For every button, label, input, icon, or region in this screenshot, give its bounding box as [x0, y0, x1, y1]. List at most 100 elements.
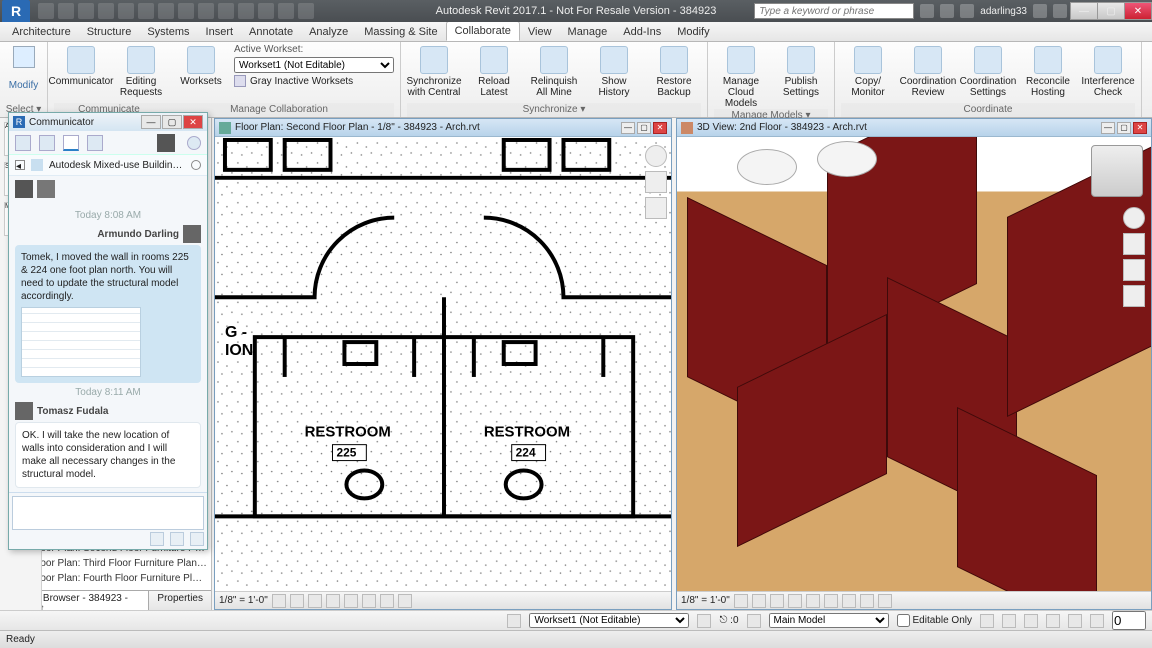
- ribbon-tab-add-ins[interactable]: Add-Ins: [615, 23, 669, 41]
- sync-reload-latest-button[interactable]: ReloadLatest: [467, 44, 521, 98]
- properties-tab[interactable]: Properties: [148, 590, 212, 610]
- sync-relinquish-all-mine-button[interactable]: RelinquishAll Mine: [527, 44, 581, 98]
- select-pinned-icon[interactable]: [1024, 614, 1038, 628]
- nav3d-orbit-icon[interactable]: [1123, 259, 1145, 281]
- reveal-icon[interactable]: [398, 594, 412, 608]
- ribbon-tab-manage[interactable]: Manage: [560, 23, 616, 41]
- show3d-icon[interactable]: [842, 594, 856, 608]
- qat-text-icon[interactable]: [198, 3, 214, 19]
- worksets-button[interactable]: Worksets: [174, 44, 228, 87]
- comm-participant-2-avatar[interactable]: [37, 180, 55, 198]
- editing-requests-button[interactable]: Editing Requests: [114, 44, 168, 98]
- comm-close-button[interactable]: ✕: [183, 115, 203, 129]
- floor-plan-canvas[interactable]: G - ION RESTROOM 225 RESTROOM 224: [215, 137, 671, 591]
- sync-restore-backup-button[interactable]: RestoreBackup: [647, 44, 701, 98]
- gray-worksets-label[interactable]: Gray Inactive Worksets: [250, 76, 353, 87]
- sun3d-icon[interactable]: [770, 594, 784, 608]
- comm-settings-icon[interactable]: [187, 136, 201, 150]
- visual-style-icon[interactable]: [290, 594, 304, 608]
- lock-icon[interactable]: [380, 594, 394, 608]
- ribbon-tab-analyze[interactable]: Analyze: [301, 23, 356, 41]
- comm-attach-icon[interactable]: [170, 532, 184, 546]
- sign-in-icon[interactable]: [940, 4, 954, 18]
- comm-cut-icon[interactable]: [150, 532, 164, 546]
- 3d-canvas[interactable]: [677, 137, 1151, 591]
- select-face-icon[interactable]: [1046, 614, 1060, 628]
- coord-copy-monitor-button[interactable]: Copy/Monitor: [841, 44, 895, 98]
- comm-tab-people-icon[interactable]: [15, 135, 31, 151]
- lock3d-icon[interactable]: [860, 594, 874, 608]
- crop-icon[interactable]: [344, 594, 358, 608]
- qat-3d-icon[interactable]: [218, 3, 234, 19]
- floor-plan-scale[interactable]: 1/8" = 1'-0": [219, 595, 268, 606]
- comm-msg1-attachment[interactable]: [21, 307, 141, 377]
- communicator-button[interactable]: Communicator: [54, 44, 108, 87]
- coord-interference-check-button[interactable]: InterferenceCheck: [1081, 44, 1135, 98]
- ribbon-tab-insert[interactable]: Insert: [198, 23, 242, 41]
- ribbon-tab-collaborate[interactable]: Collaborate: [446, 21, 520, 41]
- comm-tab-list-icon[interactable]: [87, 135, 103, 151]
- comm-tab-person-icon[interactable]: [39, 135, 55, 151]
- nav-zoom-icon[interactable]: [645, 197, 667, 219]
- filter-icon[interactable]: [1090, 614, 1104, 628]
- comm-image-icon[interactable]: [190, 532, 204, 546]
- crop-region-icon[interactable]: [362, 594, 376, 608]
- main-model-select[interactable]: Main Model: [769, 613, 889, 628]
- help-search-input[interactable]: [754, 3, 914, 19]
- reveal3d-icon[interactable]: [878, 594, 892, 608]
- drag-elements-icon[interactable]: [1068, 614, 1082, 628]
- editable-only-checkbox[interactable]: Editable Only: [897, 614, 972, 627]
- 3d-scale[interactable]: 1/8" = 1'-0": [681, 595, 730, 606]
- qat-close-icon[interactable]: [278, 3, 294, 19]
- shadows3d-icon[interactable]: [788, 594, 802, 608]
- comm-tab-chat-icon[interactable]: [63, 135, 79, 151]
- ribbon-tab-systems[interactable]: Systems: [139, 23, 197, 41]
- qat-section-icon[interactable]: [238, 3, 254, 19]
- qat-redo-icon[interactable]: [98, 3, 114, 19]
- model-group-icon[interactable]: [747, 614, 761, 628]
- comm-participant-1-avatar[interactable]: [15, 180, 33, 198]
- view-close-button[interactable]: ✕: [653, 122, 667, 134]
- coord-reconcile-hosting-button[interactable]: ReconcileHosting: [1021, 44, 1075, 98]
- nav3d-pan-icon[interactable]: [1123, 233, 1145, 255]
- nav3d-zoom-icon[interactable]: [1123, 285, 1145, 307]
- qat-tag-icon[interactable]: [178, 3, 194, 19]
- modify-arrow-icon[interactable]: [13, 46, 35, 68]
- design-options-icon[interactable]: [697, 614, 711, 628]
- comm-maximize-button[interactable]: ▢: [162, 115, 182, 129]
- communicator-project-row[interactable]: ◂ Autodesk Mixed-use Building - Sales & …: [9, 155, 207, 176]
- comm-user-avatar[interactable]: [157, 134, 175, 152]
- active-workset-select[interactable]: Workset1 (Not Editable): [234, 57, 394, 73]
- qat-print-icon[interactable]: [118, 3, 134, 19]
- select-links-icon[interactable]: [980, 614, 994, 628]
- view-cube[interactable]: [1091, 145, 1143, 197]
- qat-undo-icon[interactable]: [78, 3, 94, 19]
- nav-wheel-icon[interactable]: [645, 145, 667, 167]
- sync-synchronize-with-central-button[interactable]: Synchronizewith Central: [407, 44, 461, 98]
- comm-compose-input[interactable]: [12, 496, 204, 530]
- communicator-window[interactable]: R Communicator —▢✕ ◂ Autodesk Mixed-use …: [8, 112, 208, 550]
- ribbon-tab-annotate[interactable]: Annotate: [241, 23, 301, 41]
- floor-plan-titlebar[interactable]: Floor Plan: Second Floor Plan - 1/8" - 3…: [215, 119, 671, 137]
- sync-show-history-button[interactable]: ShowHistory: [587, 44, 641, 98]
- detail-level-icon[interactable]: [272, 594, 286, 608]
- ribbon-tab-modify[interactable]: Modify: [669, 23, 717, 41]
- models-publish-settings-button[interactable]: PublishSettings: [774, 44, 828, 98]
- models-manage-cloud-models-button[interactable]: ManageCloud Models: [714, 44, 768, 109]
- filter-count-input[interactable]: [1112, 611, 1146, 630]
- view3d-minimize-button[interactable]: —: [1101, 122, 1115, 134]
- view-maximize-button[interactable]: ▢: [637, 122, 651, 134]
- favorite-icon[interactable]: [960, 4, 974, 18]
- help-icon[interactable]: [1053, 4, 1067, 18]
- comm-expand-icon[interactable]: [191, 160, 201, 170]
- ribbon-tab-architecture[interactable]: Architecture: [4, 23, 79, 41]
- qat-switch-icon[interactable]: [298, 3, 314, 19]
- subscription-icon[interactable]: [920, 4, 934, 18]
- nav-pan-icon[interactable]: [645, 171, 667, 193]
- qat-open-icon[interactable]: [38, 3, 54, 19]
- minimize-button[interactable]: —: [1070, 2, 1098, 20]
- sun-path-icon[interactable]: [308, 594, 322, 608]
- qat-measure-icon[interactable]: [138, 3, 154, 19]
- close-button[interactable]: ✕: [1124, 2, 1152, 20]
- render3d-icon[interactable]: [806, 594, 820, 608]
